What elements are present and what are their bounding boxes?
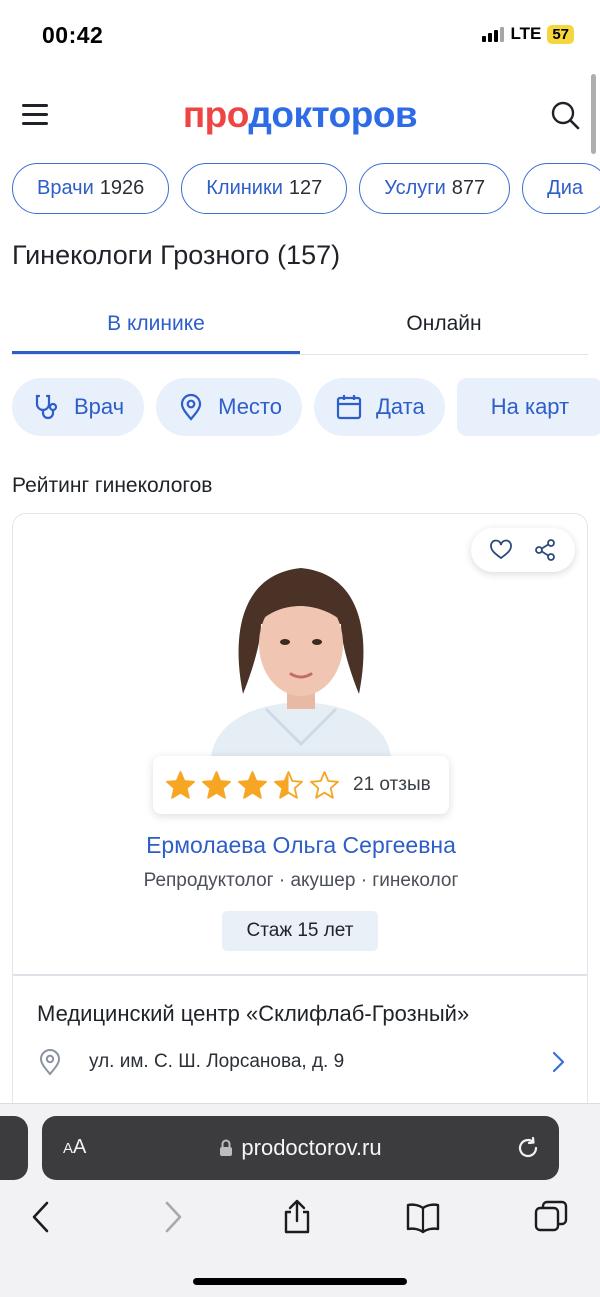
tabs-icon[interactable] (533, 1199, 569, 1235)
heart-icon[interactable] (489, 538, 513, 562)
site-logo[interactable]: продокторов (0, 94, 600, 136)
filter-doctor-button[interactable]: Врач (12, 378, 145, 436)
location-pin-icon (181, 393, 202, 421)
page-title: Гинекологи Грозного (157) (12, 240, 341, 270)
star-full-icon (238, 770, 267, 799)
star-half-icon (274, 770, 303, 799)
browser-toolbar (0, 1199, 600, 1243)
filter-map-button[interactable]: На карт (456, 378, 600, 436)
chip-clinics[interactable]: Клиники 127 (181, 163, 348, 214)
home-indicator (193, 1278, 407, 1285)
doctor-photo[interactable] (191, 544, 411, 756)
doctor-card[interactable]: 21 отзыв Ермолаева Ольга Сергеевна Репро… (12, 513, 588, 1133)
forward-icon[interactable] (154, 1199, 190, 1235)
bookmarks-icon[interactable] (405, 1199, 441, 1235)
chevron-right-icon[interactable] (549, 1050, 567, 1074)
tab-in-clinic[interactable]: В клинике (12, 300, 300, 354)
calendar-icon (336, 395, 362, 420)
filter-date-button[interactable]: Дата (314, 378, 445, 436)
status-bar: 00:42 LTE 57 (0, 0, 600, 70)
section-title: Рейтинг гинекологов (12, 474, 213, 497)
status-indicators: LTE 57 (482, 24, 574, 44)
chip-diagnostics[interactable]: Диа (522, 163, 600, 214)
filter-bar: Врач Место Дата На карт (12, 378, 600, 436)
location-pin-icon (39, 1049, 61, 1076)
doctor-name[interactable]: Ермолаева Ольга Сергеевна (13, 832, 587, 859)
star-rating (165, 770, 340, 801)
doctor-specialty: Репродуктолог · акушер · гинеколог (143, 870, 459, 891)
share-icon[interactable] (533, 538, 557, 562)
chip-services[interactable]: Услуги 877 (359, 163, 511, 214)
rating-box[interactable]: 21 отзыв (153, 756, 449, 814)
visit-type-tabs: В клинике Онлайн (12, 300, 588, 355)
url-display[interactable]: prodoctorov.ru (42, 1135, 559, 1161)
network-type: LTE (510, 24, 542, 43)
stethoscope-icon (35, 394, 58, 420)
card-actions (471, 528, 575, 572)
reload-icon[interactable] (515, 1135, 541, 1161)
site-header: продокторов (0, 88, 600, 144)
address-bar[interactable]: AA prodoctorov.ru (42, 1116, 559, 1180)
back-icon[interactable] (24, 1199, 60, 1235)
battery-icon: 57 (547, 24, 574, 44)
clinic-address-row[interactable]: ул. им. С. Ш. Лорсанова, д. 9 (37, 1046, 567, 1078)
browser-chrome: AA prodoctorov.ru (0, 1103, 600, 1297)
lock-icon (220, 1139, 233, 1156)
star-full-icon (166, 770, 195, 799)
filter-location-button[interactable]: Место (156, 378, 302, 436)
star-empty-icon (310, 770, 339, 799)
reviews-count[interactable]: 21 отзыв (353, 774, 431, 796)
experience-badge: Стаж 15 лет (222, 911, 378, 951)
clinic-address: ул. им. С. Ш. Лорсанова, д. 9 (89, 1051, 345, 1072)
share-icon[interactable] (279, 1199, 315, 1235)
divider (13, 974, 587, 976)
tab-online[interactable]: Онлайн (300, 300, 588, 354)
search-icon[interactable] (550, 100, 580, 130)
star-full-icon (202, 770, 231, 799)
chip-doctors[interactable]: Врачи 1926 (12, 163, 170, 214)
status-time: 00:42 (42, 22, 104, 48)
previous-tab[interactable] (0, 1116, 28, 1180)
signal-icon (482, 26, 505, 42)
clinic-name[interactable]: Медицинский центр «Склифлаб-Грозный» (37, 1001, 469, 1027)
category-chips: Врачи 1926 Клиники 127 Услуги 877 Диа (12, 163, 600, 214)
